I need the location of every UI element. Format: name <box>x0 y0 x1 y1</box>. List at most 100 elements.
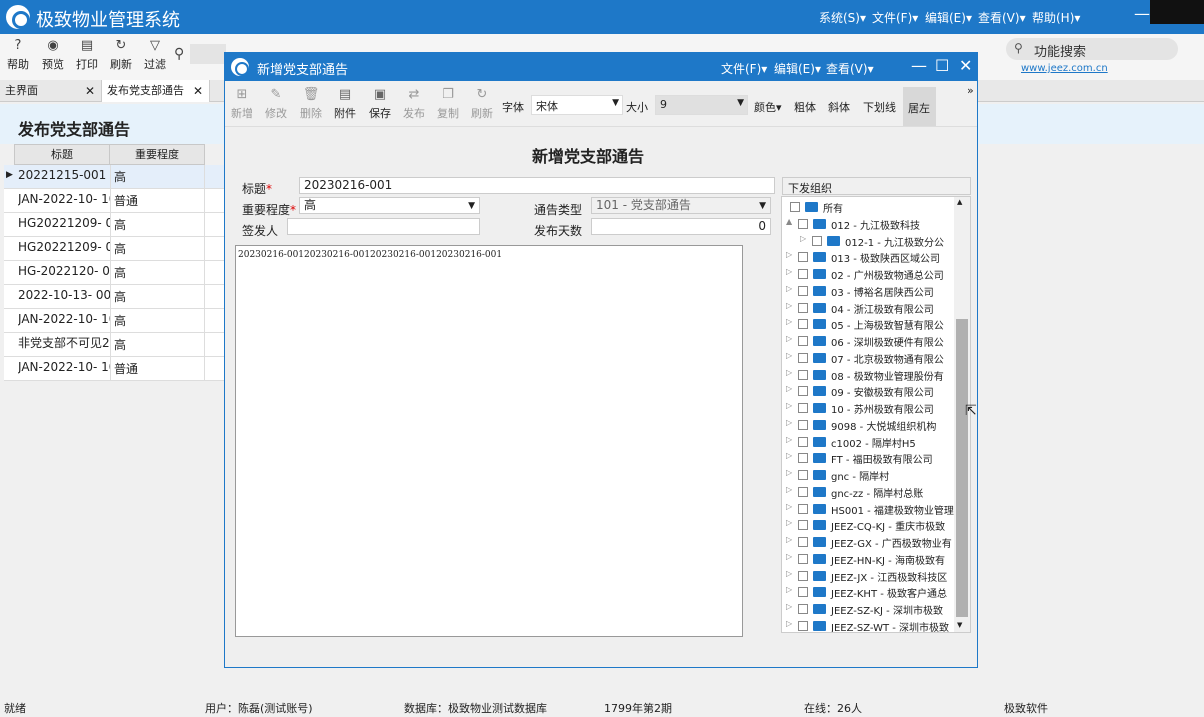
attachment-button[interactable]: ▤ 附件 <box>330 87 360 121</box>
dialog-menu-file[interactable]: 文件(F)▾ <box>721 60 767 77</box>
expand-toggle-icon[interactable]: ▷ <box>786 384 792 393</box>
minimize-button[interactable]: — <box>1134 4 1150 23</box>
tab-publish-notice[interactable]: 发布党支部通告 ✕ <box>102 80 210 102</box>
expand-toggle-icon[interactable]: ▷ <box>786 368 792 377</box>
dialog-menu-edit[interactable]: 编辑(E)▾ <box>774 60 821 77</box>
table-row[interactable]: HG20221209- 003党支部通告 高 <box>4 213 224 237</box>
dialog-close-button[interactable]: ✕ <box>959 56 972 75</box>
tree-checkbox[interactable] <box>798 604 808 614</box>
expand-toggle-icon[interactable]: ▷ <box>786 301 792 310</box>
tree-checkbox[interactable] <box>798 336 808 346</box>
color-button[interactable]: 颜色▾ <box>754 99 782 115</box>
tree-checkbox[interactable] <box>798 470 808 480</box>
preview-button[interactable]: ◉ 预览 <box>38 38 68 72</box>
expand-toggle-icon[interactable]: ▷ <box>786 502 792 511</box>
tree-checkbox[interactable] <box>798 285 808 296</box>
table-row[interactable]: HG-2022120- 09党支部通告 高 <box>4 261 224 285</box>
expand-toggle-icon[interactable]: ▷ <box>786 602 792 611</box>
expand-toggle-icon[interactable]: ▷ <box>800 234 806 243</box>
website-link[interactable]: www.jeez.com.cn <box>1021 63 1108 74</box>
tree-checkbox[interactable] <box>798 218 808 229</box>
tree-checkbox[interactable] <box>798 403 808 413</box>
dialog-menu-view[interactable]: 查看(V)▾ <box>826 60 874 77</box>
tree-checkbox[interactable] <box>798 269 808 279</box>
tree-checkbox[interactable] <box>798 302 808 313</box>
table-row[interactable]: JAN-2022-10- 10-党支部通告 普通 <box>4 357 224 381</box>
copy-button[interactable]: ❐ 复制 <box>433 87 463 121</box>
expand-toggle-icon[interactable]: ▷ <box>786 535 792 544</box>
new-button[interactable]: ⊞ 新增 <box>227 87 257 121</box>
expand-toggle-icon[interactable]: ▷ <box>786 619 792 628</box>
publish-button[interactable]: ⇄ 发布 <box>399 87 429 121</box>
tree-checkbox[interactable] <box>798 486 808 497</box>
scroll-down-icon[interactable]: ▼ <box>957 621 962 629</box>
table-row[interactable]: 2022-10-13- 003-党支部通告 高 <box>4 285 224 309</box>
edit-button[interactable]: ✎ 修改 <box>261 87 291 121</box>
expand-toggle-icon[interactable]: ▷ <box>786 317 792 326</box>
size-select[interactable]: 9 ▼ <box>655 95 748 115</box>
tree-checkbox[interactable] <box>798 436 808 447</box>
expand-toggle-icon[interactable]: ▷ <box>786 569 792 578</box>
expand-toggle-icon[interactable]: ▷ <box>786 401 792 410</box>
table-row[interactable]: ▶ 20221215-001 党支部通告 高 <box>4 165 224 189</box>
scroll-up-icon[interactable]: ▲ <box>957 198 962 206</box>
delete-button[interactable]: 🗑 删除 <box>296 87 326 121</box>
close-icon[interactable]: ✕ <box>193 80 203 102</box>
expand-toggle-icon[interactable]: ▷ <box>786 334 792 343</box>
table-row[interactable]: HG20221209- 001党支部通告 高 <box>4 237 224 261</box>
column-header-priority[interactable]: 重要程度 <box>109 144 205 165</box>
expand-toggle-icon[interactable]: ▷ <box>786 485 792 494</box>
table-row[interactable]: 非党支部不可见2 高 <box>4 333 224 357</box>
column-header-title[interactable]: 标题 <box>14 144 110 165</box>
search-icon[interactable]: ⚲ <box>174 46 184 62</box>
expand-toggle-icon[interactable]: ▷ <box>786 518 792 527</box>
expand-toggle-icon[interactable]: ▷ <box>786 552 792 561</box>
tree-checkbox[interactable] <box>798 570 808 581</box>
bold-button[interactable]: 粗体 <box>794 99 816 115</box>
tab-main[interactable]: 主界面 ✕ <box>0 80 102 102</box>
save-button[interactable]: ▣ 保存 <box>365 87 395 121</box>
scroll-thumb[interactable] <box>956 319 968 617</box>
tree-checkbox[interactable] <box>798 453 808 464</box>
tree-checkbox[interactable] <box>798 419 808 430</box>
tree-checkbox[interactable] <box>798 553 808 564</box>
function-search-input[interactable]: ⚲ 功能搜索 <box>1006 38 1178 60</box>
content-editor[interactable]: 20230216-00120230216-00120230216-0012023… <box>235 245 743 637</box>
expand-toggle-icon[interactable]: ▷ <box>786 351 792 360</box>
close-icon[interactable]: ✕ <box>85 80 95 102</box>
expand-toggle-icon[interactable]: ▷ <box>786 468 792 477</box>
menu-view[interactable]: 查看(V)▾ <box>978 9 1026 26</box>
menu-file[interactable]: 文件(F)▾ <box>872 9 918 26</box>
expand-toggle-icon[interactable]: ▷ <box>786 435 792 444</box>
tree-checkbox[interactable] <box>798 503 808 514</box>
tree-checkbox[interactable] <box>798 252 808 263</box>
tree-checkbox[interactable] <box>798 319 808 330</box>
expand-toggle-icon[interactable]: ▷ <box>786 451 792 460</box>
expand-toggle-icon[interactable]: ▷ <box>786 284 792 293</box>
italic-button[interactable]: 斜体 <box>828 99 850 115</box>
tree-checkbox[interactable] <box>798 620 808 631</box>
tree-checkbox[interactable] <box>790 202 800 212</box>
expand-toggle-icon[interactable]: ▷ <box>786 250 792 259</box>
refresh-button[interactable]: ↻ 刷新 <box>467 87 497 121</box>
print-button[interactable]: ▤ 打印 <box>72 38 102 72</box>
expand-toggle-icon[interactable]: ▷ <box>786 585 792 594</box>
toolbar-search-input[interactable] <box>190 44 226 64</box>
menu-system[interactable]: 系统(S)▾ <box>819 9 866 26</box>
tree-checkbox[interactable] <box>812 235 822 246</box>
menu-help[interactable]: 帮助(H)▾ <box>1032 9 1080 26</box>
refresh-button[interactable]: ↻ 刷新 <box>106 38 136 72</box>
publish-days-input[interactable]: 0 <box>591 218 771 235</box>
tree-checkbox[interactable] <box>798 537 808 547</box>
menu-edit[interactable]: 编辑(E)▾ <box>925 9 972 26</box>
expand-toggle-icon[interactable]: ▲ <box>786 217 792 226</box>
dialog-minimize-button[interactable]: — <box>911 56 927 75</box>
tree-checkbox[interactable] <box>798 369 808 380</box>
more-button[interactable]: » <box>967 84 974 97</box>
filter-button[interactable]: ▽ 过滤 <box>140 38 170 72</box>
expand-toggle-icon[interactable]: ▷ <box>786 267 792 276</box>
tree-checkbox[interactable] <box>798 520 808 531</box>
underline-button[interactable]: 下划线 <box>863 99 896 115</box>
title-input[interactable]: 20230216-001 <box>299 177 775 194</box>
tree-checkbox[interactable] <box>798 352 808 363</box>
